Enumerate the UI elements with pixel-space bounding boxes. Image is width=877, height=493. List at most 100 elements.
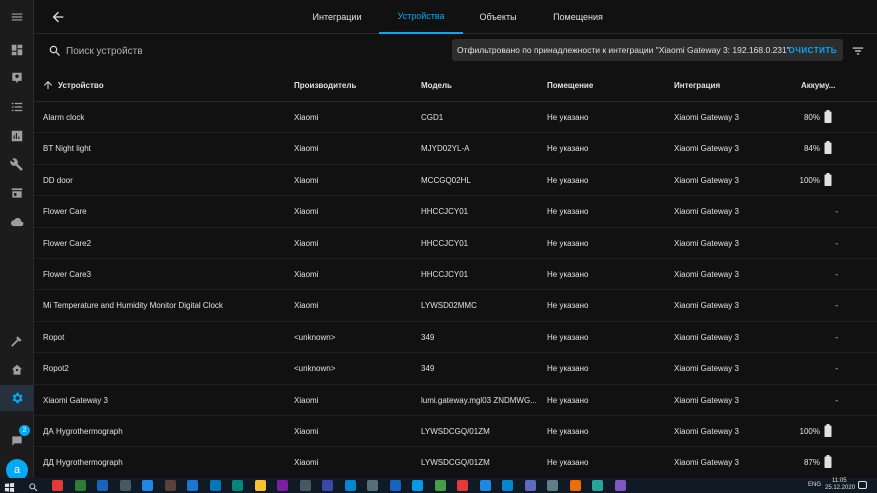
app-icon[interactable] (389, 480, 401, 491)
device-name-cell: Flower Care (43, 207, 87, 217)
tab-entities[interactable]: Объекты (468, 0, 528, 34)
table-row[interactable]: DD door Xiaomi MCCGQ02HL Не указано Xiaomi G… (34, 165, 877, 197)
integration-cell: Xiaomi Gateway 3 (674, 395, 739, 405)
battery-cell: 87% (803, 458, 820, 468)
windows-start-icon[interactable] (4, 480, 15, 493)
model-cell: HHCCJCY01 (421, 269, 469, 279)
skype-icon[interactable] (344, 480, 356, 491)
map-icon[interactable] (0, 65, 34, 91)
area-cell: Не указано (547, 175, 589, 185)
app-icon[interactable] (367, 480, 378, 491)
notifications-icon[interactable]: 2 (0, 425, 34, 454)
table-row[interactable]: ДД Hygrothermograph Xiaomi LYWSDCGQ/01ZM Не… (34, 447, 877, 479)
filter-icon[interactable] (851, 44, 865, 58)
battery-icon (824, 110, 832, 123)
tab-integrations[interactable]: Интеграции (302, 0, 372, 34)
table-row[interactable]: Alarm clock Xiaomi CGD1 Не указано Xiaomi Ga… (34, 102, 877, 134)
history-icon[interactable] (0, 123, 34, 149)
clear-filter-button[interactable]: ОЧИСТИТЬ (789, 39, 837, 61)
column-header-battery[interactable]: Аккуму... (801, 81, 835, 90)
column-header-model[interactable]: Модель (421, 81, 452, 90)
back-arrow-icon[interactable] (50, 9, 66, 25)
table-body: Alarm clock Xiaomi CGD1 Не указано Xiaomi Ga… (34, 102, 877, 479)
column-header-device[interactable]: Устройство (58, 81, 104, 90)
device-name-cell: Mi Temperature and Humidity Monitor Digi… (43, 301, 223, 311)
manufacturer-cell: Xiaomi (294, 144, 319, 154)
app-icon[interactable] (52, 480, 63, 491)
app-icon[interactable] (322, 480, 333, 491)
clock-time[interactable]: 11:05 (832, 478, 847, 484)
area-cell: Не указано (547, 301, 589, 311)
app-icon[interactable] (209, 480, 221, 491)
device-name-cell: ДД Hygrothermograph (43, 458, 123, 468)
folder-icon[interactable] (254, 480, 266, 491)
table-row[interactable]: Flower Care3 Xiaomi HHCCJCY01 Не указано Xia… (34, 259, 877, 291)
app-icon[interactable] (277, 480, 288, 491)
column-header-integration[interactable]: Интеграция (674, 81, 720, 90)
devices-table: Устройство Производитель Модель Помещени… (34, 69, 877, 479)
table-row[interactable]: Mi Temperature and Humidity Monitor Digi… (34, 290, 877, 322)
table-row[interactable]: ДА Hygrothermograph Xiaomi LYWSDCGQ/01ZM Не… (34, 416, 877, 448)
table-row[interactable]: Ropot2 <unknown> 349 Не указано Xiaomi Gatew… (34, 353, 877, 385)
store-icon[interactable] (0, 180, 34, 206)
wrench-icon[interactable] (0, 152, 34, 178)
table-row[interactable]: Flower Care Xiaomi HHCCJCY01 Не указано Xiao… (34, 196, 877, 228)
integration-cell: Xiaomi Gateway 3 (674, 301, 739, 311)
table-row[interactable]: BT Night light Xiaomi MJYD02YL-A Не указано… (34, 133, 877, 165)
app-icon[interactable] (97, 480, 108, 491)
action-center-icon[interactable] (858, 481, 867, 489)
sort-ascending-icon[interactable] (42, 79, 54, 91)
app-icon[interactable] (299, 480, 311, 491)
firefox-icon[interactable] (569, 480, 581, 491)
edge-icon[interactable] (479, 480, 491, 491)
integration-cell: Xiaomi Gateway 3 (674, 364, 739, 374)
integration-cell: Xiaomi Gateway 3 (674, 207, 739, 217)
folder-icon[interactable] (187, 480, 198, 491)
app-icon[interactable] (232, 480, 243, 491)
area-cell: Не указано (547, 332, 589, 342)
clock-date[interactable]: 25.12.2020 (825, 485, 855, 491)
gear-icon[interactable] (0, 385, 34, 411)
home-config-icon[interactable] (0, 357, 34, 383)
chrome-icon[interactable] (457, 480, 468, 491)
menu-icon[interactable] (0, 4, 34, 30)
viber-icon[interactable] (614, 480, 626, 491)
battery-cell: - (835, 364, 838, 374)
battery-cell: 100% (799, 175, 820, 185)
area-cell: Не указано (547, 207, 589, 217)
hammer-icon[interactable] (0, 328, 34, 354)
app-icon[interactable] (142, 480, 153, 491)
language-indicator[interactable]: ENG (808, 482, 821, 488)
integration-cell: Xiaomi Gateway 3 (674, 269, 739, 279)
app-icon[interactable] (434, 480, 446, 491)
battery-cell: - (835, 238, 838, 248)
photoshop-icon[interactable] (119, 480, 131, 491)
battery-cell: - (835, 269, 838, 279)
device-name-cell: BT Night light (43, 144, 91, 154)
app-icon[interactable] (502, 480, 513, 491)
logbook-icon[interactable] (0, 94, 34, 120)
table-row[interactable]: Ropot <unknown> 349 Не указано Xiaomi Gatewa… (34, 322, 877, 354)
cloud-icon[interactable] (0, 209, 34, 235)
telegram-icon[interactable] (412, 480, 423, 491)
table-row[interactable]: Flower Care2 Xiaomi HHCCJCY01 Не указано Xia… (34, 228, 877, 259)
taskbar-search-icon[interactable] (28, 480, 39, 492)
tab-areas[interactable]: Помещения (542, 0, 614, 34)
search-input[interactable] (66, 43, 366, 59)
device-name-cell: Flower Care2 (43, 238, 92, 248)
tab-devices[interactable]: Устройства (379, 0, 463, 34)
app-icon[interactable] (592, 480, 603, 491)
integration-cell: Xiaomi Gateway 3 (674, 332, 739, 342)
device-name-cell: Xiaomi Gateway 3 (43, 395, 108, 405)
app-icon[interactable] (524, 480, 536, 491)
filter-text: Отфильтровано по принадлежности к интегр… (457, 45, 790, 55)
app-icon[interactable] (547, 480, 558, 491)
table-row[interactable]: Xiaomi Gateway 3 Xiaomi lumi.gateway.mgl03… (34, 385, 877, 416)
excel-icon[interactable] (74, 480, 86, 491)
overview-icon[interactable] (0, 37, 34, 63)
column-header-manufacturer[interactable]: Производитель (294, 81, 356, 90)
manufacturer-cell: Xiaomi (294, 301, 319, 311)
word-icon[interactable] (164, 480, 176, 491)
top-bar: Интеграции Устройства Объекты Помещения (34, 0, 877, 34)
column-header-area[interactable]: Помещение (547, 81, 593, 90)
